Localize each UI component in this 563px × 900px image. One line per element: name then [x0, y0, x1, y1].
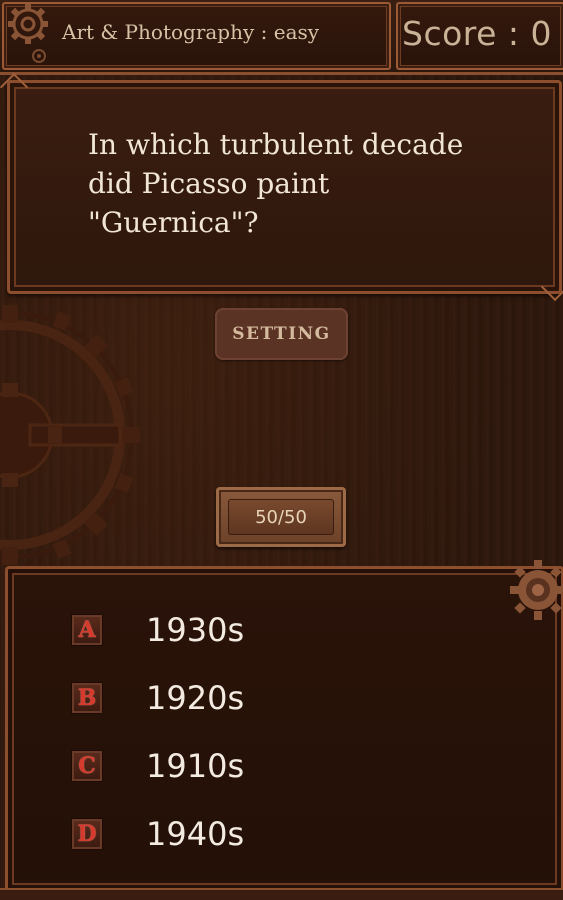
cog-gear-icon [0, 305, 140, 565]
answer-letter-badge: B [72, 683, 102, 713]
answer-letter-badge: D [72, 819, 102, 849]
answer-letter-badge: C [72, 751, 102, 781]
fifty-fifty-button[interactable]: 50/50 [216, 487, 346, 547]
answer-text: 1930s [146, 611, 245, 649]
answer-option-d[interactable]: D 1940s [72, 814, 244, 854]
question-panel: In which turbulent decade did Picasso pa… [7, 80, 562, 294]
answer-text: 1920s [146, 679, 245, 717]
answer-text: 1940s [146, 815, 245, 853]
gear-icon [8, 4, 48, 63]
question-text: In which turbulent decade did Picasso pa… [88, 128, 464, 239]
game-screen: Art & Photography : easy Score : 0 In wh… [0, 0, 563, 900]
top-bar: Art & Photography : easy Score : 0 [0, 0, 563, 75]
fifty-fifty-label: 50/50 [228, 499, 334, 535]
answer-option-b[interactable]: B 1920s [72, 678, 244, 718]
answer-option-a[interactable]: A 1930s [72, 610, 244, 650]
answer-option-c[interactable]: C 1910s [72, 746, 244, 786]
score-label: Score : 0 [402, 14, 553, 53]
bottom-frame [0, 888, 563, 900]
answer-letter-badge: A [72, 615, 102, 645]
setting-button[interactable]: SETTING [215, 308, 348, 360]
category-label: Art & Photography : easy [62, 20, 320, 44]
answer-text: 1910s [146, 747, 245, 785]
gear-icon [510, 560, 563, 620]
